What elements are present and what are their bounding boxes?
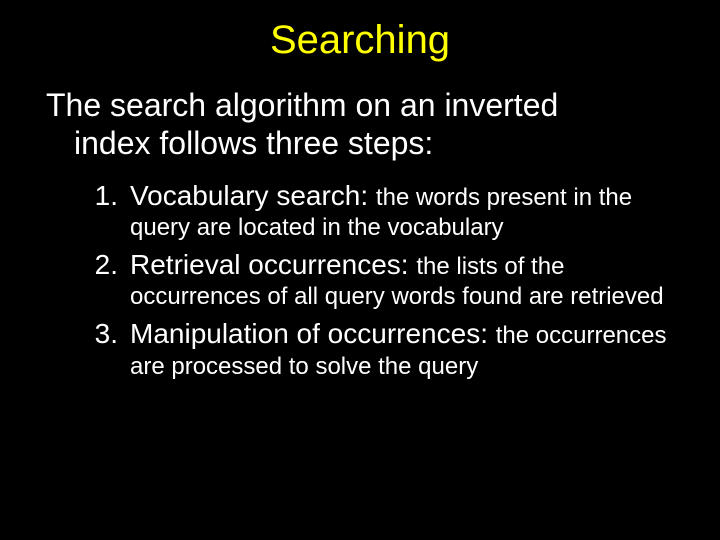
list-term: Retrieval occurrences: [130,249,416,280]
list-number: 1. [70,179,130,213]
list-term: Manipulation of occurrences: [130,318,496,349]
list-body: Retrieval occurrences: the lists of the … [130,248,684,311]
intro-text: The search algorithm on an inverted inde… [0,87,720,163]
list-term: Vocabulary search: [130,180,376,211]
list-item: 2. Retrieval occurrences: the lists of t… [70,248,684,317]
list-body: Vocabulary search: the words present in … [130,179,684,242]
slide-title: Searching [0,0,720,87]
intro-line-1: The search algorithm on an inverted [46,87,558,123]
intro-line-2: index follows three steps: [46,125,680,163]
list-item: 1. Vocabulary search: the words present … [70,179,684,248]
slide: Searching The search algorithm on an inv… [0,0,720,540]
list-number: 3. [70,317,130,351]
list-body: Manipulation of occurrences: the occurre… [130,317,684,380]
ordered-list: 1. Vocabulary search: the words present … [0,163,720,387]
list-item: 3. Manipulation of occurrences: the occu… [70,317,684,386]
list-number: 2. [70,248,130,282]
